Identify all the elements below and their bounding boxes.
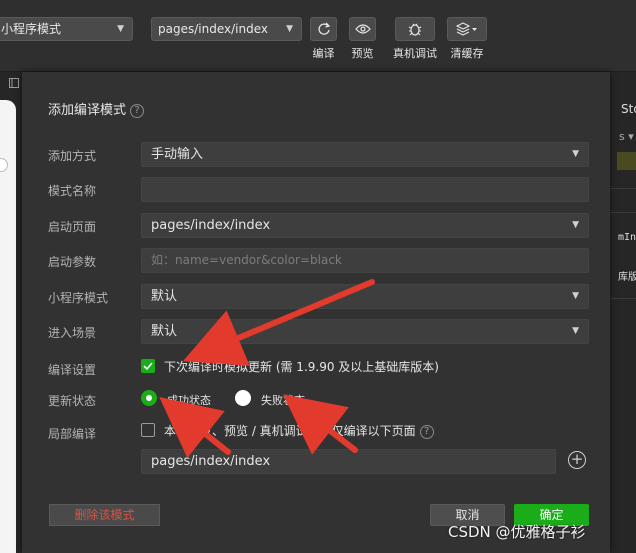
- chevron-down-icon: ▼: [286, 24, 293, 34]
- delete-mode-button[interactable]: 删除该模式: [49, 504, 160, 526]
- eye-icon: [354, 24, 371, 34]
- chevron-down-icon: ▼: [572, 291, 579, 301]
- help-icon[interactable]: ?: [419, 424, 434, 439]
- chevron-down-icon: ▼: [572, 220, 579, 230]
- compile-label: 编译: [312, 47, 335, 60]
- fail-state-text: 失败状态: [261, 394, 305, 407]
- scene-label: 进入场景: [48, 326, 97, 340]
- mode-select[interactable]: 小程序模式 ▼: [0, 17, 133, 41]
- start-page-select[interactable]: pages/index/index ▼: [141, 213, 589, 238]
- panel-highlight-row: [617, 152, 636, 170]
- compile-button[interactable]: [310, 17, 337, 41]
- partial-compile-label: 局部编译: [48, 427, 97, 441]
- bug-icon: [408, 23, 422, 36]
- mode-name-input[interactable]: [141, 177, 589, 202]
- watermark: CSDN @优雅格子衫: [448, 523, 586, 541]
- chevron-down-icon: ▼: [117, 24, 124, 34]
- scene-select[interactable]: 默认 ▼: [141, 319, 589, 344]
- partial-compile-text-value: 本地开发、预览 / 真机调试时，仅编译以下页面: [164, 424, 416, 438]
- start-params-label: 启动参数: [48, 255, 97, 269]
- chevron-down-icon: ▼: [572, 149, 579, 159]
- toolbar: 小程序模式 ▼ pages/index/index ▼ 编译 预览 真机调试 清…: [0, 0, 636, 72]
- start-page-label: 启动页面: [48, 220, 97, 234]
- simulate-update-text: 下次编译时模拟更新 (需 1.9.90 及以上基础库版本): [164, 360, 439, 374]
- success-state-radio[interactable]: [141, 390, 157, 406]
- remote-debug-label: 真机调试: [393, 47, 437, 60]
- clear-cache-label: 清缓存: [450, 47, 484, 60]
- mode-name-label: 模式名称: [48, 184, 97, 198]
- add-method-select[interactable]: 手动输入 ▼: [141, 142, 589, 167]
- clear-cache-button[interactable]: [447, 17, 487, 41]
- mode-select-value: 小程序模式: [1, 22, 62, 36]
- checkmark-icon: [143, 362, 153, 371]
- update-state-label: 更新状态: [48, 394, 97, 408]
- panel-toggle-icon[interactable]: [9, 78, 19, 88]
- remote-debug-button[interactable]: [395, 17, 435, 41]
- compile-settings-label: 编译设置: [48, 363, 97, 377]
- partial-compile-text: 本地开发、预览 / 真机调试时，仅编译以下页面?: [164, 422, 434, 439]
- mini-mode-label: 小程序模式: [48, 291, 109, 305]
- page-select[interactable]: pages/index/index ▼: [151, 17, 302, 41]
- simulate-update-checkbox[interactable]: [141, 359, 155, 373]
- start-params-input[interactable]: 如：name=vendor&color=black: [141, 248, 589, 273]
- layers-icon: [456, 22, 477, 36]
- panel-cell-text: 库版: [618, 272, 636, 283]
- preview-label: 预览: [351, 47, 374, 60]
- refresh-icon: [317, 22, 330, 35]
- panel-cell-text: mIn: [618, 232, 636, 243]
- panel-filter-text: s ▾: [619, 130, 634, 143]
- partial-compile-page-input[interactable]: pages/index/index: [141, 449, 556, 474]
- preview-button[interactable]: [349, 17, 376, 41]
- simulator-dot: [0, 158, 8, 172]
- mini-mode-select[interactable]: 默认 ▼: [141, 284, 589, 309]
- mini-mode-value: 默认: [151, 289, 178, 304]
- dialog-title-text: 添加编译模式: [48, 103, 127, 118]
- page-select-value: pages/index/index: [158, 22, 268, 36]
- scene-value: 默认: [151, 324, 178, 339]
- chevron-down-icon: ▼: [572, 326, 579, 336]
- simulator-screen: [0, 100, 16, 553]
- panel-tab-text: Sto: [621, 102, 636, 116]
- success-state-text: 成功状态: [167, 394, 211, 407]
- add-compile-mode-dialog: 添加编译模式? 添加方式 手动输入 ▼ 模式名称 启动页面 pages/inde…: [22, 72, 610, 553]
- add-page-icon[interactable]: +: [568, 451, 586, 469]
- help-icon[interactable]: ?: [130, 103, 145, 118]
- start-page-value: pages/index/index: [151, 218, 271, 233]
- add-method-label: 添加方式: [48, 149, 97, 163]
- add-method-value: 手动输入: [151, 147, 204, 162]
- dialog-title: 添加编译模式?: [48, 99, 145, 118]
- fail-state-radio[interactable]: [235, 390, 251, 406]
- partial-compile-checkbox[interactable]: [141, 423, 155, 437]
